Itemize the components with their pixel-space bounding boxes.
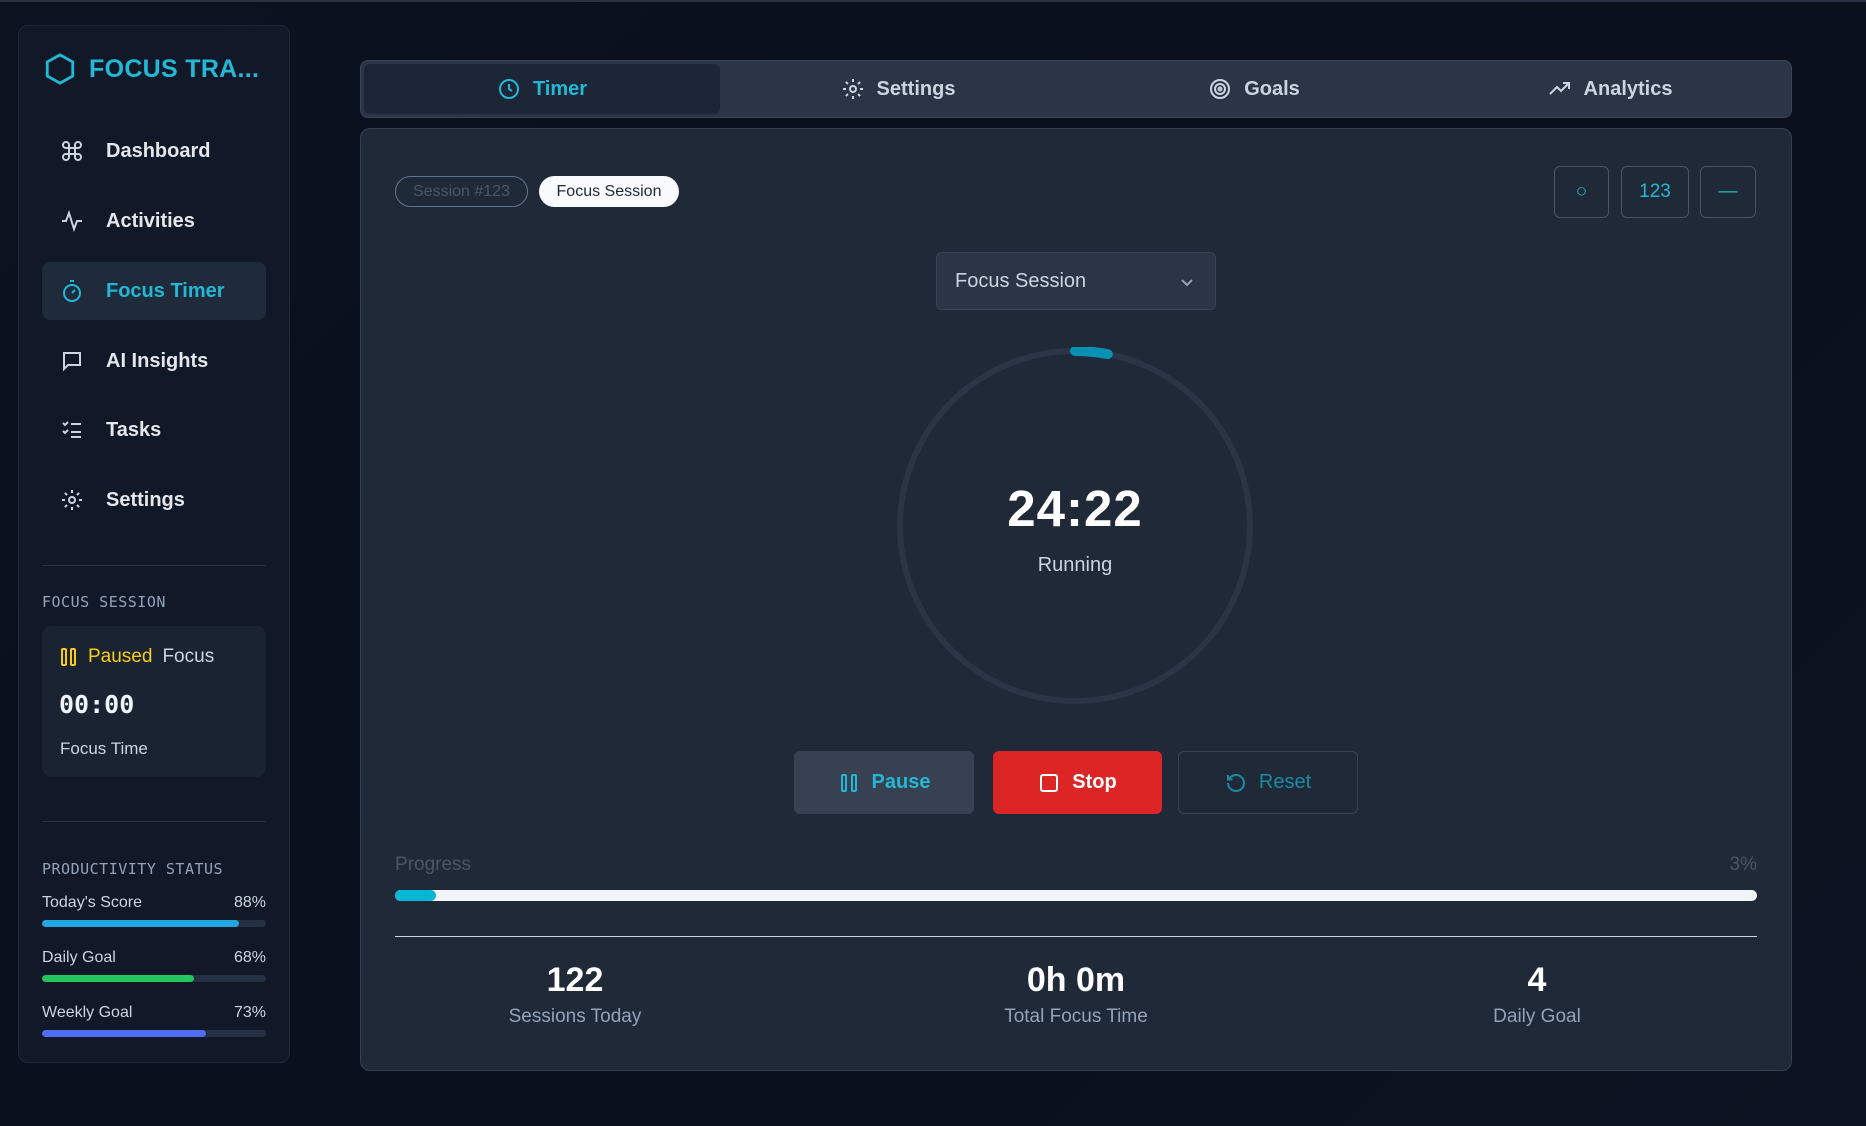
stop-label: Stop [1072, 771, 1117, 793]
stat-label: Total Focus Time [1004, 1006, 1148, 1027]
hexagon-icon [45, 53, 75, 85]
stop-button[interactable]: Stop [993, 751, 1162, 814]
sidebar-item-focus-timer[interactable]: Focus Timer [42, 262, 266, 320]
tab-label: Goals [1244, 77, 1300, 100]
focus-session-card: Paused Focus 00:00 Focus Time [42, 626, 266, 777]
metric-todays-score: Today's Score 88% [42, 894, 266, 927]
focus-session-heading: FOCUS SESSION [42, 593, 166, 611]
stat-label: Sessions Today [508, 1006, 642, 1027]
tab-analytics[interactable]: Analytics [1432, 64, 1788, 114]
tab-bar: Timer Settings Goals Analytics [360, 60, 1792, 118]
target-icon [1210, 79, 1231, 99]
rotate-ccw-icon [1226, 773, 1245, 792]
metric-weekly-goal: Weekly Goal 73% [42, 1004, 266, 1037]
top-border [0, 0, 1866, 2]
sidebar-item-activities[interactable]: Activities [42, 192, 266, 250]
sidebar-item-ai-insights[interactable]: AI Insights [42, 332, 266, 390]
activity-icon [62, 209, 82, 233]
progress-label: Progress [395, 854, 472, 875]
metric-value: 73% [233, 1004, 266, 1021]
metric-fill [42, 920, 240, 927]
select-value: Focus Session [955, 269, 1087, 292]
progress-percent: 3% [1729, 854, 1757, 875]
timer-display: 24:22 [1007, 480, 1143, 537]
sidebar-item-dashboard[interactable]: Dashboard [42, 122, 266, 180]
trending-up-icon [1548, 82, 1570, 95]
stat-label: Daily Goal [1493, 1006, 1581, 1027]
pause-label: Pause [871, 771, 931, 793]
pause-button[interactable]: Pause [794, 751, 974, 814]
metric-label: Daily Goal [42, 949, 116, 966]
reset-label: Reset [1258, 771, 1312, 793]
tab-goals[interactable]: Goals [1076, 64, 1432, 114]
stat-value: 122 [546, 961, 604, 999]
brand[interactable]: FOCUS TRA... [43, 52, 259, 86]
clock-icon [498, 79, 519, 99]
command-icon [62, 141, 82, 161]
list-checks-icon [62, 421, 81, 438]
sidebar-item-label: Tasks [106, 418, 162, 441]
sidebar-item-label: Focus Timer [106, 279, 225, 302]
gear-icon [62, 490, 82, 510]
number-display-button[interactable]: 123 [1621, 166, 1689, 218]
tab-timer[interactable]: Timer [364, 64, 720, 114]
metric-value: 68% [233, 949, 266, 966]
tab-label: Analytics [1583, 77, 1673, 100]
metric-bar [42, 920, 266, 927]
gear-icon [842, 79, 863, 99]
reset-button[interactable]: Reset [1178, 751, 1358, 814]
tab-label: Settings [876, 77, 956, 100]
session-time-label: Focus Time [60, 739, 148, 758]
timer-panel: Session #123 Focus Session ○ 123 — Focus… [360, 128, 1792, 1071]
progress-fill [395, 890, 436, 901]
stat-total-focus-time: 0h 0m Total Focus Time [926, 961, 1226, 1028]
stats-divider [395, 936, 1757, 937]
sidebar-item-label: Activities [106, 209, 195, 232]
circle-button[interactable]: ○ [1554, 166, 1609, 218]
metric-fill [42, 1030, 206, 1037]
minimize-button[interactable]: — [1700, 166, 1756, 218]
session-mode: Focus [162, 646, 215, 667]
sidebar-divider [42, 565, 266, 566]
pause-icon [61, 648, 76, 666]
session-time: 00:00 [59, 690, 135, 719]
metric-bar [42, 1030, 266, 1037]
stop-icon [1040, 773, 1059, 792]
chevron-down-icon [1181, 279, 1193, 287]
app-title: FOCUS TRA... [89, 54, 260, 83]
sidebar-item-label: Settings [106, 488, 185, 511]
sidebar-item-label: Dashboard [106, 139, 211, 162]
tab-settings[interactable]: Settings [720, 64, 1076, 114]
session-status: Paused Focus [60, 646, 214, 668]
metric-label: Today's Score [42, 894, 142, 911]
stat-value: 0h 0m [1026, 961, 1126, 999]
session-number-pill: Session #123 [395, 176, 528, 207]
timer-icon [63, 280, 81, 302]
stat-sessions-today: 122 Sessions Today [425, 961, 725, 1028]
productivity-heading: PRODUCTIVITY STATUS [42, 860, 224, 878]
sidebar-divider [42, 821, 266, 822]
sidebar-item-label: AI Insights [106, 349, 209, 372]
sidebar-item-settings[interactable]: Settings [42, 471, 266, 529]
metric-bar [42, 975, 266, 982]
metric-fill [42, 975, 195, 982]
stat-daily-goal: 4 Daily Goal [1387, 961, 1687, 1028]
session-type-pill: Focus Session [539, 176, 679, 207]
message-icon [63, 352, 81, 372]
stat-value: 4 [1527, 961, 1547, 999]
metric-daily-goal: Daily Goal 68% [42, 949, 266, 982]
pause-icon [840, 773, 857, 792]
metric-label: Weekly Goal [42, 1004, 133, 1021]
timer-status: Running [1037, 554, 1113, 576]
sidebar: FOCUS TRA... Dashboard Activities Focus … [18, 25, 290, 1063]
session-status-paused: Paused [88, 646, 153, 667]
session-type-select[interactable]: Focus Session [936, 252, 1216, 310]
progress-bar [395, 890, 1757, 901]
tab-label: Timer [532, 77, 588, 100]
sidebar-item-tasks[interactable]: Tasks [42, 401, 266, 459]
metric-value: 88% [233, 894, 266, 911]
